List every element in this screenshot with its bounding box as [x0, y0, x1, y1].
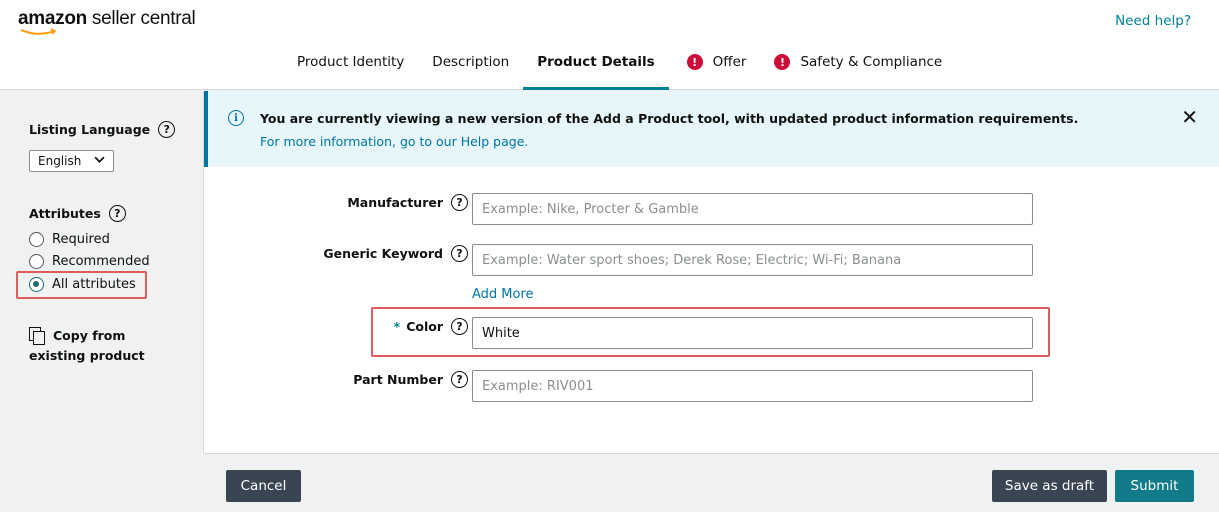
language-select[interactable]: English [29, 150, 114, 172]
radio-recommended[interactable]: Recommended [29, 254, 150, 269]
radio-label: Recommended [52, 254, 150, 269]
tab-label: Description [432, 54, 510, 70]
help-question-icon[interactable]: ? [108, 205, 126, 222]
banner-help-link[interactable]: For more information, go to our Help pag… [260, 134, 528, 149]
add-more-link[interactable]: Add More [472, 287, 534, 302]
amazon-smile-icon [20, 28, 57, 35]
error-alert-icon: ! [774, 54, 791, 70]
help-question-icon[interactable]: ? [451, 245, 468, 262]
tab-safety-compliance[interactable]: ! Safety & Compliance [760, 44, 956, 80]
radio-label: Required [52, 232, 110, 247]
main-panel: i You are currently viewing a new versio… [203, 91, 1219, 454]
logo-seller-central-text: seller central [86, 8, 196, 29]
manufacturer-label-row: Manufacturer ? [347, 194, 468, 211]
info-icon: i [228, 110, 244, 126]
tab-offer[interactable]: ! Offer [673, 44, 761, 80]
manufacturer-label: Manufacturer [347, 195, 443, 210]
logo-amazon-text: amazon [18, 8, 87, 29]
generic-keyword-label-row: Generic Keyword ? [323, 245, 468, 262]
tab-product-details[interactable]: Product Details [523, 44, 670, 90]
help-question-icon[interactable]: ? [158, 121, 176, 138]
listing-language-label: Listing Language [29, 122, 151, 137]
listing-language-heading: Listing Language ? [29, 121, 176, 138]
generic-keyword-input[interactable] [472, 244, 1033, 276]
part-number-label: Part Number [353, 372, 443, 387]
radio-required[interactable]: Required [29, 232, 110, 247]
cancel-button[interactable]: Cancel [226, 470, 301, 502]
chevron-down-icon [94, 154, 105, 168]
part-number-label-row: Part Number ? [353, 371, 468, 388]
part-number-input[interactable] [472, 370, 1033, 402]
copy-icon [29, 327, 45, 345]
tab-label: Product Identity [297, 54, 405, 70]
workflow-tabs: Product Identity Description Product Det… [283, 44, 956, 90]
manufacturer-input[interactable] [472, 193, 1033, 225]
banner-message: You are currently viewing a new version … [260, 111, 1079, 126]
help-question-icon[interactable]: ? [451, 194, 468, 211]
attributes-label: Attributes [29, 206, 101, 221]
close-icon[interactable]: ✕ [1181, 107, 1198, 127]
save-as-draft-button[interactable]: Save as draft [992, 470, 1107, 502]
generic-keyword-label: Generic Keyword [323, 246, 443, 261]
amazon-seller-central-logo[interactable]: amazon seller central [18, 8, 196, 35]
copy-label-line2: existing product [29, 348, 145, 363]
highlight-box [371, 307, 1050, 357]
tab-label: Product Details [537, 54, 655, 70]
radio-button[interactable] [29, 254, 44, 269]
help-question-icon[interactable]: ? [451, 371, 468, 388]
tab-description[interactable]: Description [418, 44, 523, 80]
copy-label-line1: Copy from [53, 328, 126, 343]
submit-button[interactable]: Submit [1115, 470, 1194, 502]
tab-product-identity[interactable]: Product Identity [283, 44, 418, 80]
radio-button[interactable] [29, 232, 44, 247]
copy-from-existing-product-link[interactable]: Copy from existing product [29, 326, 145, 366]
need-help-link[interactable]: Need help? [1115, 13, 1191, 29]
info-banner: i You are currently viewing a new versio… [204, 91, 1219, 167]
tab-label: Safety & Compliance [800, 54, 943, 70]
tab-label: Offer [712, 54, 747, 70]
attributes-heading: Attributes ? [29, 205, 126, 222]
language-select-value: English [38, 154, 82, 168]
top-header: amazon seller central Need help? Product… [0, 0, 1219, 90]
left-sidebar: Listing Language ? English Attributes ? … [0, 91, 202, 512]
error-alert-icon: ! [686, 54, 703, 70]
highlight-box [16, 271, 147, 299]
